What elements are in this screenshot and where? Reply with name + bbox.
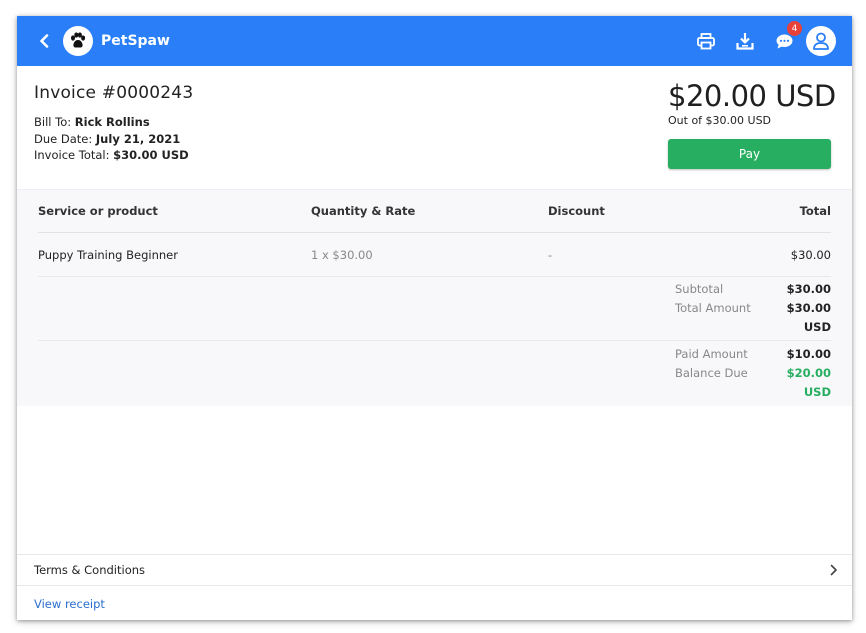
chevron-right-icon	[830, 564, 838, 576]
payment-block: Paid Amount $10.00 Balance Due $20.00 US…	[38, 341, 831, 405]
table-header: Service or product Quantity & Rate Disco…	[38, 190, 831, 233]
messages-button[interactable]: 4	[773, 21, 802, 52]
bill-to-value: Rick Rollins	[74, 115, 150, 129]
bill-to-label: Bill To:	[34, 115, 72, 129]
back-button[interactable]	[35, 32, 53, 50]
paid-amount-label: Paid Amount	[675, 346, 748, 361]
user-icon	[813, 32, 829, 50]
view-receipt-link[interactable]: View receipt	[34, 597, 105, 611]
amount-block: $20.00 USD Out of $30.00 USD Pay	[668, 79, 836, 169]
row-total: $30.00	[790, 247, 831, 262]
paid-amount-value: $10.00	[786, 346, 831, 361]
invoice-total-label: Invoice Total:	[34, 148, 110, 162]
brand-logo	[63, 26, 93, 56]
header-discount: Discount	[548, 204, 605, 218]
subtotal-label: Subtotal	[675, 282, 724, 296]
due-date-label: Due Date:	[34, 131, 93, 146]
download-button[interactable]	[734, 30, 756, 52]
top-actions: 4	[678, 21, 836, 56]
paw-icon	[71, 32, 86, 48]
subtotals-block: Subtotal $30.00 Total Amount $30.00 USD	[38, 277, 831, 341]
row-qty-rate: 1 x $30.00	[311, 247, 373, 262]
balance-due-value: $20.00 USD	[786, 365, 831, 399]
header-total: Total	[799, 204, 831, 218]
table-row: Puppy Training Beginner 1 x $30.00 - $30…	[38, 233, 831, 277]
header-qty-rate: Quantity & Rate	[311, 204, 416, 218]
print-button[interactable]	[695, 30, 717, 52]
subtotal-value: $30.00	[786, 282, 831, 296]
out-of-text: Out of $30.00 USD	[668, 114, 772, 127]
total-amount-value: $30.00 USD	[786, 301, 831, 334]
header-service: Service or product	[38, 204, 158, 218]
pay-button[interactable]: Pay	[668, 139, 831, 169]
invoice-total-value: $30.00 USD	[113, 148, 189, 162]
line-items-section: Service or product Quantity & Rate Disco…	[17, 189, 852, 406]
brand-name: PetSpaw	[101, 33, 170, 49]
due-date-value: July 21, 2021	[95, 131, 181, 146]
balance-due-label: Balance Due	[675, 365, 748, 380]
paid-amount-line: Paid Amount $10.00	[675, 345, 831, 364]
app-window: PetSpaw 4 Invoice #0000243 Bill To: Rick…	[17, 16, 852, 620]
balance-amount: $20.00 USD	[668, 79, 836, 113]
top-bar: PetSpaw 4	[17, 16, 852, 66]
terms-label: Terms & Conditions	[34, 563, 146, 577]
terms-and-conditions-row[interactable]: Terms & Conditions	[17, 554, 852, 586]
total-amount-label: Total Amount	[675, 301, 751, 315]
printer-icon	[697, 32, 715, 49]
invoice-summary: Invoice #0000243 Bill To: Rick Rollins D…	[17, 66, 852, 189]
notification-badge: 4	[787, 21, 802, 36]
total-amount-line: Total Amount $30.00 USD	[675, 299, 831, 337]
row-discount: -	[548, 247, 553, 262]
chevron-left-icon	[40, 34, 49, 48]
download-icon	[736, 33, 754, 50]
row-service: Puppy Training Beginner	[38, 247, 178, 262]
balance-due-line: Balance Due $20.00 USD	[675, 364, 831, 402]
user-avatar-button[interactable]	[806, 26, 836, 56]
subtotal-line: Subtotal $30.00	[675, 280, 831, 299]
